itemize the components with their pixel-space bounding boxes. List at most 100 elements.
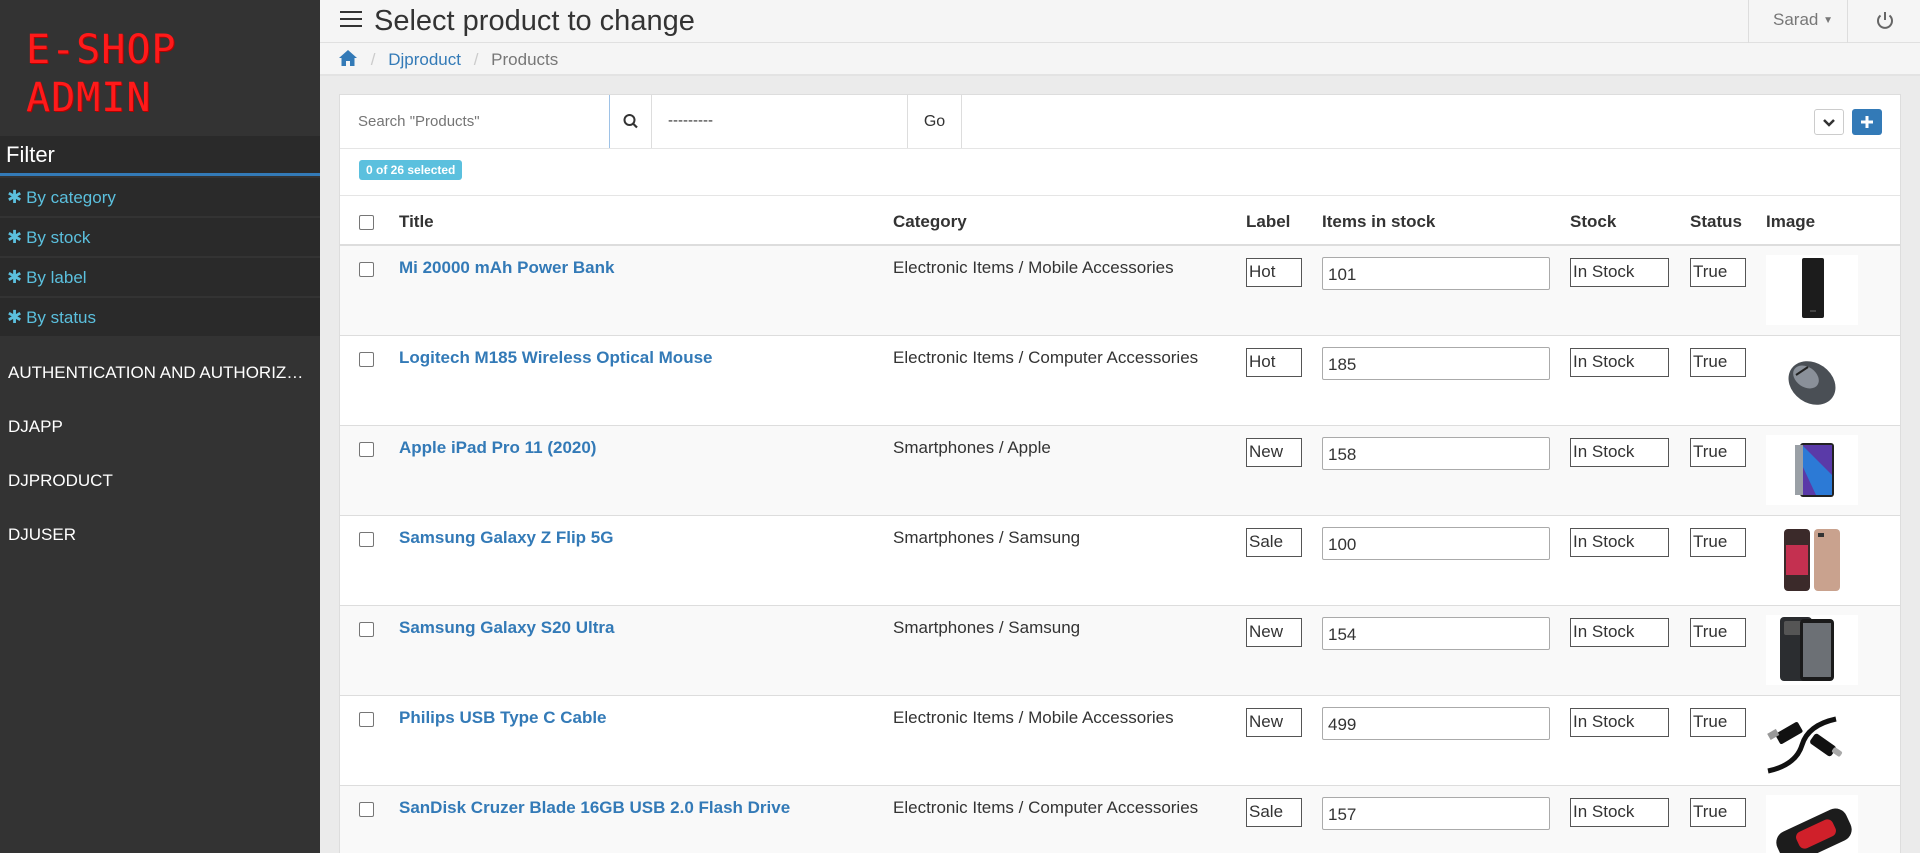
- breadcrumb-separator: /: [370, 50, 376, 69]
- select-all-checkbox[interactable]: [359, 214, 374, 230]
- column-header-label[interactable]: Label: [1246, 196, 1322, 246]
- sidebar: E-SHOP ADMIN Filter ✱ By category ✱ By sto…: [0, 0, 320, 853]
- hamburger-menu-icon[interactable]: [340, 11, 362, 29]
- plus-icon: [1861, 116, 1873, 128]
- product-category: Smartphones / Apple: [893, 437, 1051, 457]
- logo-line-1: E-SHOP: [26, 27, 177, 73]
- product-title-link[interactable]: Samsung Galaxy Z Flip 5G: [399, 528, 613, 547]
- status-select[interactable]: True: [1690, 347, 1746, 377]
- status-select[interactable]: True: [1690, 797, 1746, 827]
- items-in-stock-input[interactable]: 185: [1322, 346, 1550, 380]
- label-select[interactable]: Hot: [1246, 347, 1302, 377]
- logo: E-SHOP ADMIN: [0, 0, 320, 134]
- row-select-checkbox[interactable]: [359, 621, 374, 637]
- product-title-link[interactable]: Samsung Galaxy S20 Ultra: [399, 618, 614, 637]
- row-select-checkbox[interactable]: [359, 262, 374, 277]
- user-menu[interactable]: Sarad ▼: [1747, 0, 1848, 43]
- items-in-stock-input[interactable]: 499: [1322, 706, 1550, 740]
- items-in-stock-input[interactable]: 157: [1322, 796, 1550, 830]
- row-select-checkbox[interactable]: [359, 441, 374, 457]
- table-row: SanDisk Cruzer Blade 16GB USB 2.0 Flash …: [340, 785, 1900, 853]
- asterisk-icon: ✱: [7, 187, 23, 207]
- home-icon[interactable]: [338, 49, 358, 72]
- selection-bar: 0 of 26 selected: [340, 149, 1900, 196]
- go-button[interactable]: Go: [908, 95, 962, 148]
- product-title-link[interactable]: Philips USB Type C Cable: [399, 708, 607, 727]
- logo-line-2: ADMIN: [26, 75, 152, 121]
- app-link-authentication[interactable]: AUTHENTICATION AND AUTHORIZATION: [0, 346, 320, 400]
- label-select[interactable]: New: [1246, 617, 1302, 647]
- changelist-toolbar: --------- Go: [340, 95, 1900, 149]
- app-link-djproduct[interactable]: DJPRODUCT: [0, 454, 320, 508]
- stock-select[interactable]: In Stock: [1570, 617, 1669, 647]
- stock-select[interactable]: In Stock: [1570, 258, 1669, 287]
- filter-by-status[interactable]: ✱ By status: [0, 298, 320, 336]
- power-icon[interactable]: [1872, 8, 1898, 34]
- items-in-stock-input[interactable]: 158: [1322, 436, 1550, 470]
- breadcrumb-app-link[interactable]: Djproduct: [388, 50, 461, 69]
- asterisk-icon: ✱: [7, 227, 23, 247]
- app-link-djapp[interactable]: DJAPP: [0, 400, 320, 454]
- status-select[interactable]: True: [1690, 258, 1746, 287]
- table-row: Mi 20000 mAh Power Bank Electronic Items …: [340, 245, 1900, 336]
- breadcrumb-current: Products: [491, 50, 559, 69]
- product-category: Smartphones / Samsung: [893, 527, 1081, 547]
- items-in-stock-input[interactable]: 100: [1322, 526, 1550, 560]
- label-select[interactable]: Sale: [1246, 527, 1302, 557]
- stock-select[interactable]: In Stock: [1570, 707, 1669, 737]
- app-list: AUTHENTICATION AND AUTHORIZATION DJAPP D…: [0, 346, 320, 562]
- product-image: [1766, 614, 1858, 685]
- toggle-columns-button[interactable]: [1814, 109, 1844, 135]
- status-select[interactable]: True: [1690, 437, 1746, 467]
- column-header-status[interactable]: Status: [1690, 196, 1766, 246]
- column-header-title[interactable]: Title: [399, 196, 893, 246]
- label-select[interactable]: New: [1246, 437, 1302, 467]
- search-icon: [623, 114, 638, 129]
- filter-label: By status: [26, 308, 97, 327]
- selection-counter: 0 of 26 selected: [359, 160, 463, 180]
- changelist-panel: --------- Go 0 of 26 selected Title Cate…: [339, 94, 1901, 853]
- asterisk-icon: ✱: [7, 307, 23, 327]
- row-select-checkbox[interactable]: [359, 801, 374, 817]
- product-title-link[interactable]: SanDisk Cruzer Blade 16GB USB 2.0 Flash …: [399, 798, 790, 817]
- breadcrumb-separator: /: [473, 50, 479, 69]
- row-select-checkbox[interactable]: [359, 531, 374, 547]
- product-image: [1766, 434, 1858, 505]
- label-select[interactable]: New: [1246, 707, 1302, 737]
- filter-by-stock[interactable]: ✱ By stock: [0, 218, 320, 256]
- table-row: Samsung Galaxy S20 Ultra Smartphones / Sa…: [340, 605, 1900, 696]
- stock-select[interactable]: In Stock: [1570, 527, 1669, 557]
- table-row: Philips USB Type C Cable Electronic Items…: [340, 695, 1900, 786]
- product-image: [1766, 794, 1858, 853]
- filter-by-label[interactable]: ✱ By label: [0, 258, 320, 296]
- items-in-stock-input[interactable]: 154: [1322, 616, 1550, 650]
- action-select[interactable]: ---------: [652, 95, 908, 148]
- search-input[interactable]: [340, 95, 610, 148]
- filter-by-category[interactable]: ✱ By category: [0, 178, 320, 216]
- search-button[interactable]: [610, 95, 652, 148]
- row-select-checkbox[interactable]: [359, 711, 374, 727]
- table-row: Apple iPad Pro 11 (2020) Smartphones / Ap…: [340, 425, 1900, 516]
- status-select[interactable]: True: [1690, 707, 1746, 737]
- label-select[interactable]: Sale: [1246, 797, 1302, 827]
- status-select[interactable]: True: [1690, 527, 1746, 557]
- add-product-button[interactable]: [1852, 109, 1882, 135]
- column-header-stock[interactable]: Stock: [1570, 196, 1690, 246]
- caret-down-icon: ▼: [1823, 15, 1833, 26]
- product-title-link[interactable]: Logitech M185 Wireless Optical Mouse: [399, 348, 713, 367]
- chevron-down-icon: [1823, 119, 1835, 127]
- row-select-checkbox[interactable]: [359, 351, 374, 367]
- status-select[interactable]: True: [1690, 617, 1746, 647]
- product-table: Title Category Label Items in stock Stoc…: [340, 196, 1900, 853]
- stock-select[interactable]: In Stock: [1570, 797, 1669, 827]
- column-header-category[interactable]: Category: [893, 196, 1246, 246]
- label-select[interactable]: Hot: [1246, 258, 1302, 287]
- stock-select[interactable]: In Stock: [1570, 347, 1669, 377]
- app-link-djuser[interactable]: DJUSER: [0, 508, 320, 562]
- items-in-stock-input[interactable]: 101: [1322, 257, 1550, 290]
- column-header-items-in-stock[interactable]: Items in stock: [1322, 196, 1570, 246]
- product-title-link[interactable]: Mi 20000 mAh Power Bank: [399, 258, 614, 277]
- stock-select[interactable]: In Stock: [1570, 437, 1669, 467]
- product-title-link[interactable]: Apple iPad Pro 11 (2020): [399, 438, 596, 457]
- topbar: Select product to change Sarad ▼: [320, 0, 1920, 43]
